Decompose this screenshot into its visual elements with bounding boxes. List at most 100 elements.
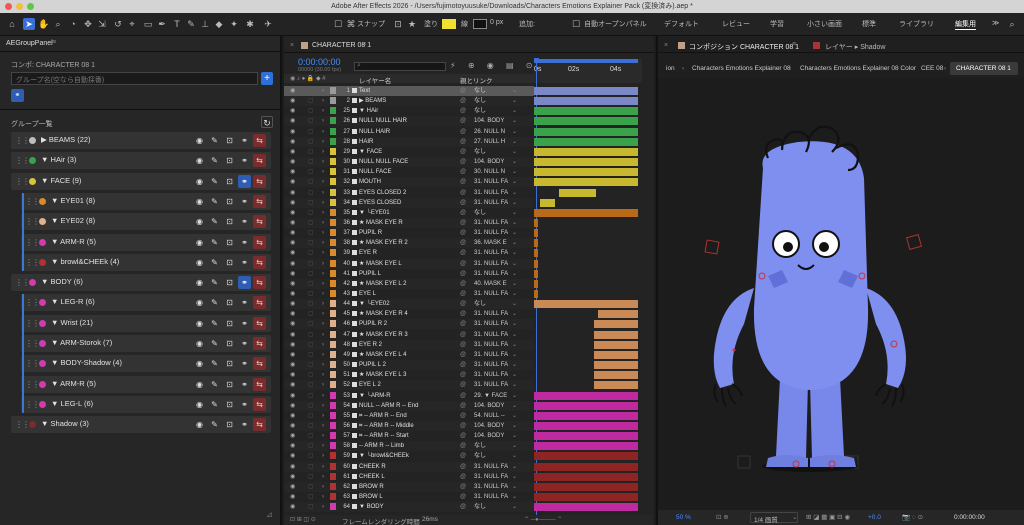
layer-row[interactable]: ◉ ▢ › 51 ★ MASK EYE L 3 @31. NULL FA ⌄	[284, 370, 534, 380]
panel-tab[interactable]: AEGroupPanel	[6, 40, 53, 47]
parent-select[interactable]: 31. NULL FA	[474, 462, 508, 472]
layer-name[interactable]: NULL NULL HAIR	[359, 116, 407, 126]
parent-select[interactable]: 104. BODY	[474, 157, 504, 167]
visibility-eye-icon[interactable]: ◉	[290, 238, 295, 248]
link-icon[interactable]: ⚭	[238, 378, 251, 391]
parent-select[interactable]: 27. NULL H	[474, 137, 505, 147]
expand-chevron-icon[interactable]: ›	[322, 350, 324, 360]
link-icon[interactable]: ⚭	[238, 256, 251, 269]
parent-select[interactable]: 31. NULL FA	[474, 319, 508, 329]
parent-select[interactable]: 104. BODY	[474, 401, 504, 411]
pickwhip-icon[interactable]: @	[460, 309, 466, 319]
pickwhip-icon[interactable]: @	[460, 228, 466, 238]
layer-name[interactable]: NULL NULL FACE	[359, 157, 408, 167]
parent-select[interactable]: 31. NULL FA	[474, 269, 508, 279]
visibility-eye-icon[interactable]: ◉	[290, 441, 295, 451]
layer-name[interactable]: Text	[359, 86, 370, 96]
layer-name[interactable]: PUPIL R	[359, 228, 382, 238]
auto-open-checkbox[interactable]: ☐	[570, 18, 582, 30]
pickwhip-icon[interactable]: @	[460, 492, 466, 502]
eye-icon[interactable]: ◉	[193, 195, 206, 208]
eye-icon[interactable]: ◉	[193, 337, 206, 350]
parent-select[interactable]: 26. NULL N	[474, 127, 505, 137]
lock-icon[interactable]: ▢	[308, 350, 314, 360]
expand-chevron-icon[interactable]: ›	[322, 259, 324, 269]
visibility-eye-icon[interactable]: ◉	[290, 391, 295, 401]
group-row[interactable]: ⋮⋮ ▼ LEG-R (6) ◉ ✎ ⊡ ⚭ ⇆	[21, 294, 271, 312]
layer-duration-bar[interactable]	[534, 249, 539, 258]
layer-duration-bar[interactable]	[534, 168, 638, 177]
selection-tool-icon[interactable]: ➤	[23, 18, 35, 30]
visibility-eye-icon[interactable]: ◉	[290, 167, 295, 177]
visibility-eye-icon[interactable]: ◉	[290, 309, 295, 319]
visibility-eye-icon[interactable]: ◉	[290, 482, 295, 492]
lock-icon[interactable]: ▢	[308, 147, 314, 157]
lock-icon[interactable]: ▢	[308, 431, 314, 441]
pickwhip-icon[interactable]: @	[460, 482, 466, 492]
work-area-bar[interactable]	[534, 59, 638, 63]
current-timecode[interactable]: 0:00:00:00	[298, 57, 341, 67]
visibility-eye-icon[interactable]: ◉	[290, 96, 295, 106]
layer-row[interactable]: ◉ ▢ › 44 ▼ └EYE02 @ なし ⌄	[284, 299, 534, 310]
col-parent[interactable]: 親とリンク	[460, 75, 493, 85]
unlink-icon[interactable]: ⇆	[253, 377, 266, 391]
eye-icon[interactable]: ◉	[193, 357, 206, 370]
visibility-eye-icon[interactable]: ◉	[290, 147, 295, 157]
select-layers-icon[interactable]: ⊡	[223, 398, 236, 411]
expand-chevron-icon[interactable]: ›	[322, 177, 324, 187]
pencil-icon[interactable]: ✎	[208, 256, 221, 269]
visibility-eye-icon[interactable]: ◉	[290, 177, 295, 187]
select-layers-icon[interactable]: ⊡	[223, 418, 236, 431]
lock-icon[interactable]: ▢	[308, 167, 314, 177]
group-color-dot[interactable]	[39, 258, 46, 266]
layer-duration-bar[interactable]	[534, 452, 638, 461]
layer-duration-bar[interactable]	[594, 371, 638, 380]
drag-handle-icon[interactable]: ⋮⋮	[15, 420, 30, 429]
lock-icon[interactable]: ▢	[308, 391, 314, 401]
group-row[interactable]: ⋮⋮ ▼ BODY (6) ◉ ✎ ⊡ ⚭ ⇆	[11, 274, 271, 292]
layer-row[interactable]: ◉ ▢ › 33 EYES CLOSED 2 @31. NULL FA ⌄	[284, 188, 534, 198]
parent-select[interactable]: 31. NULL FA	[474, 492, 508, 502]
brush-tool-icon[interactable]: ✎	[185, 18, 197, 30]
expand-chevron-icon[interactable]: ›	[322, 309, 324, 319]
orbit-tool-icon[interactable]: ◔	[67, 18, 79, 30]
layer-name[interactable]: ⌗ -- ARM R -- Middle	[359, 421, 414, 431]
group-color-dot[interactable]	[29, 157, 36, 165]
snapshot-icons[interactable]: 📷 ◌ ⊙	[902, 513, 923, 521]
expand-chevron-icon[interactable]: ›	[322, 421, 324, 431]
text-tool-icon[interactable]: T	[171, 18, 183, 30]
expand-chevron-icon[interactable]: ›	[322, 462, 324, 472]
layer-name[interactable]: ▼ └EYE02	[359, 299, 390, 309]
layer-name[interactable]: EYES CLOSED	[359, 198, 401, 208]
link-icon[interactable]: ⚭	[238, 215, 251, 228]
lock-icon[interactable]: ▢	[308, 228, 314, 238]
layer-row[interactable]: ◉ ▢ › 2 ▶ BEAMS @ なし ⌄	[284, 96, 534, 107]
layer-name[interactable]: EYE R 2	[359, 340, 382, 350]
pickwhip-icon[interactable]: @	[460, 350, 466, 360]
footer-icons[interactable]: ⊡ ⊞ ◫ ⊙	[290, 516, 316, 523]
expand-chevron-icon[interactable]: ›	[322, 208, 324, 218]
visibility-eye-icon[interactable]: ◉	[290, 330, 295, 340]
workspace-standard[interactable]: 標準	[862, 19, 876, 29]
layer-tab[interactable]: レイヤー ▸ Shadow	[825, 42, 886, 52]
disclosure-arrow-icon[interactable]: ▼	[41, 155, 48, 164]
visibility-eye-icon[interactable]: ◉	[290, 492, 295, 502]
visibility-eye-icon[interactable]: ◉	[290, 502, 295, 512]
layer-row[interactable]: ◉ ▢ › 55 ⌗ -- ARM R -- End @54. NULL -- ⌄	[284, 411, 534, 421]
layer-name[interactable]: MOUTH	[359, 177, 381, 187]
drag-handle-icon[interactable]: ⋮⋮	[25, 217, 40, 226]
parent-select[interactable]: 31. NULL FA	[474, 259, 508, 269]
lock-icon[interactable]: ▢	[308, 289, 314, 299]
pickwhip-icon[interactable]: @	[460, 279, 466, 289]
layer-duration-bar[interactable]	[534, 239, 539, 248]
resize-grip-icon[interactable]: ⊿	[266, 510, 276, 520]
drag-handle-icon[interactable]: ⋮⋮	[25, 400, 40, 409]
layer-name[interactable]: CHEEK L	[359, 472, 385, 482]
layer-duration-bar[interactable]	[534, 432, 638, 441]
group-row[interactable]: ⋮⋮ ▼ ARM-R (5) ◉ ✎ ⊡ ⚭ ⇆	[21, 233, 271, 251]
expand-chevron-icon[interactable]: ›	[322, 472, 324, 482]
disclosure-arrow-icon[interactable]: ▼	[51, 399, 58, 408]
parent-select[interactable]: 40. MASK E	[474, 279, 507, 289]
pickwhip-icon[interactable]: @	[460, 451, 466, 461]
expand-chevron-icon[interactable]: ›	[322, 198, 324, 208]
